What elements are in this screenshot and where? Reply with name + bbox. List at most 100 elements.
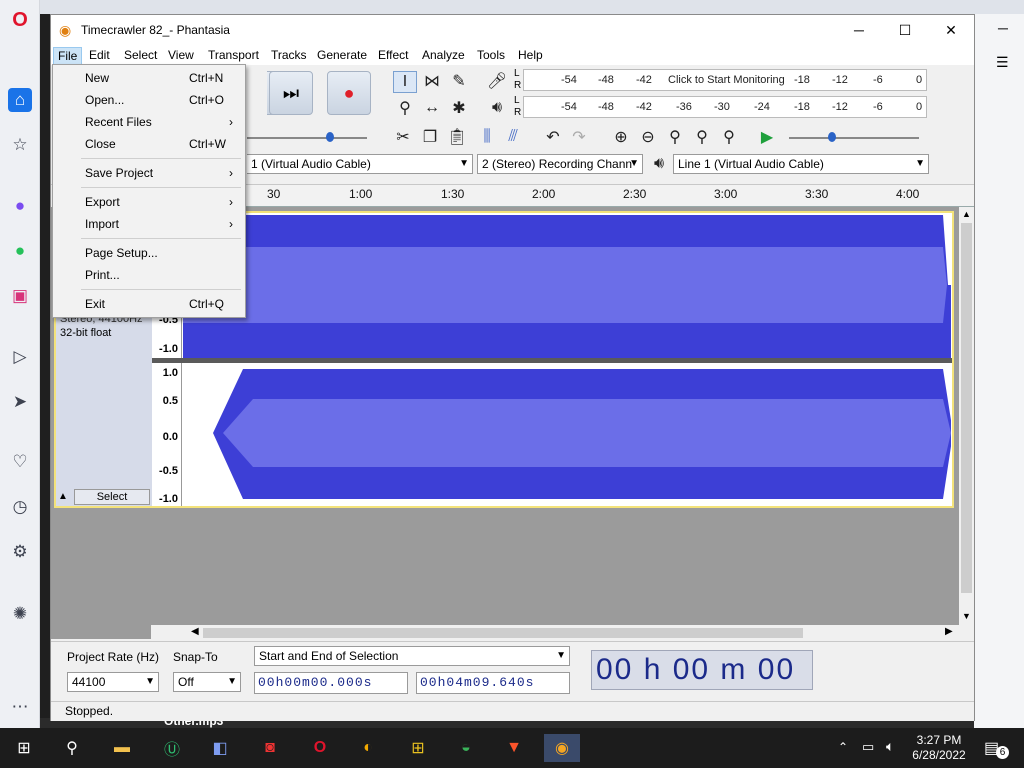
vertical-scrollbar[interactable]: ▲ ▼: [959, 207, 974, 625]
timeshift-tool-icon[interactable]: ↔: [420, 97, 444, 119]
audio-position-display[interactable]: 00 h 00 m 00 s: [591, 650, 813, 724]
minimize-button[interactable]: ─: [836, 15, 882, 45]
waveform-right-channel[interactable]: [183, 363, 951, 506]
scroll-down-icon[interactable]: ▼: [962, 611, 971, 621]
maximize-button[interactable]: ☐: [882, 15, 928, 45]
zoom-tool-icon[interactable]: ⚲: [393, 97, 417, 119]
waveform-left-channel[interactable]: [183, 213, 951, 358]
audacity-taskbar-icon[interactable]: ◉: [544, 734, 580, 762]
zoom-in-icon[interactable]: ⊕: [609, 126, 633, 148]
menu-help[interactable]: Help: [514, 47, 547, 65]
scroll-right-icon[interactable]: ▶: [945, 626, 953, 637]
history-icon[interactable]: ◷: [8, 495, 32, 519]
heart-icon[interactable]: ♡: [8, 450, 32, 474]
record-meter[interactable]: -54 -48 -42 Click to Start Monitoring -1…: [523, 69, 927, 91]
play-speed-slider-track[interactable]: [789, 137, 919, 139]
microphone-icon[interactable]: 🎤︎: [485, 70, 509, 92]
speaker-icon[interactable]: 🔊︎: [485, 97, 509, 119]
file-menu-exit[interactable]: Exit Ctrl+Q: [53, 294, 245, 314]
file-menu-close[interactable]: Close Ctrl+W: [53, 134, 245, 154]
cut-icon[interactable]: ✂: [391, 126, 415, 148]
sheets-app-icon[interactable]: ⊞: [404, 734, 432, 762]
redo-icon[interactable]: ↷: [567, 126, 591, 148]
play-speed-slider-thumb[interactable]: [828, 132, 836, 142]
menu-tools[interactable]: Tools: [473, 47, 509, 65]
messenger-icon[interactable]: ●: [8, 194, 32, 218]
recorder-icon[interactable]: ◙: [256, 734, 284, 762]
send-icon[interactable]: ➤: [8, 390, 32, 414]
menu-select[interactable]: Select: [120, 47, 161, 65]
scroll-left-icon[interactable]: ◀: [191, 626, 199, 637]
file-menu-new[interactable]: New Ctrl+N: [53, 68, 245, 88]
skip-to-end-button[interactable]: ⏭: [269, 71, 313, 115]
multi-tool-icon[interactable]: ✱: [447, 97, 471, 119]
playback-device-select[interactable]: Line 1 (Virtual Audio Cable) ▼: [673, 154, 929, 174]
project-rate-select[interactable]: 44100 ▼: [67, 672, 159, 692]
menu-generate[interactable]: Generate: [313, 47, 371, 65]
file-explorer-icon[interactable]: ▬: [108, 734, 136, 762]
tips-lightbulb-icon[interactable]: ✺: [8, 602, 32, 626]
windows-start-icon[interactable]: ⊞: [10, 734, 38, 762]
whatsapp-icon[interactable]: ●: [8, 239, 32, 263]
record-volume-slider-thumb[interactable]: [326, 132, 334, 142]
menu-file[interactable]: File: [53, 47, 83, 65]
draw-tool-icon[interactable]: ✎: [447, 70, 471, 92]
more-options-icon[interactable]: ⋯: [8, 695, 32, 719]
player-icon[interactable]: ▷: [8, 345, 32, 369]
record-volume-slider-track[interactable]: [247, 137, 367, 139]
app-icon[interactable]: ◧: [206, 734, 234, 762]
record-button[interactable]: ●: [327, 71, 371, 115]
timeline-ruler[interactable]: 30 1:00 1:30 2:00 2:30 3:00 3:30 4:00: [151, 185, 974, 207]
snap-to-select[interactable]: Off ▼: [173, 672, 241, 692]
recording-channels-select[interactable]: 2 (Stereo) Recording Chann ▼: [477, 154, 643, 174]
trim-audio-icon[interactable]: ⫼: [475, 126, 499, 148]
file-menu-open[interactable]: Open... Ctrl+O: [53, 90, 245, 110]
brave-icon[interactable]: ▼: [500, 734, 528, 762]
scroll-up-icon[interactable]: ▲: [962, 209, 971, 219]
opera-logo-icon[interactable]: O: [8, 8, 32, 32]
vertical-scroll-thumb[interactable]: [961, 223, 972, 593]
selection-end-time[interactable]: 00h04m09.640s: [416, 672, 570, 694]
file-menu-save-project[interactable]: Save Project ›: [53, 163, 245, 183]
instagram-icon[interactable]: ▣: [8, 284, 32, 308]
selection-mode-select[interactable]: Start and End of Selection ▼: [254, 646, 570, 666]
click-to-start-monitoring[interactable]: Click to Start Monitoring: [668, 74, 785, 86]
file-menu-export[interactable]: Export ›: [53, 192, 245, 212]
menu-view[interactable]: View: [164, 47, 198, 65]
network-icon[interactable]: ▭: [862, 739, 874, 755]
undo-icon[interactable]: ↶: [541, 126, 565, 148]
system-clock[interactable]: 3:27 PM 6/28/2022: [912, 733, 966, 763]
fit-selection-icon[interactable]: ⚲: [663, 126, 687, 148]
globe-app-icon[interactable]: ◒: [452, 734, 480, 762]
home-icon[interactable]: ⌂: [8, 88, 32, 112]
play-at-speed-icon[interactable]: ▶: [755, 126, 779, 148]
playback-meter[interactable]: -54 -48 -42 -36 -30 -24 -18 -12 -6 0: [523, 96, 927, 118]
vpn-icon[interactable]: ◐: [354, 734, 382, 762]
file-menu-page-setup[interactable]: Page Setup...: [53, 243, 245, 263]
menu-transport[interactable]: Transport: [204, 47, 263, 65]
menu-analyze[interactable]: Analyze: [418, 47, 469, 65]
minimize-browser-icon[interactable]: ─: [998, 20, 1008, 36]
selection-start-time[interactable]: 00h00m00.000s: [254, 672, 408, 694]
menu-edit[interactable]: Edit: [85, 47, 114, 65]
file-menu-print[interactable]: Print...: [53, 265, 245, 285]
settings-gear-icon[interactable]: ⚙: [8, 540, 32, 564]
tray-chevron-icon[interactable]: ⌃: [838, 740, 848, 754]
menu-effect[interactable]: Effect: [374, 47, 412, 65]
star-icon[interactable]: ☆: [8, 133, 32, 157]
volume-icon[interactable]: 🔈︎: [886, 738, 894, 755]
horizontal-scroll-thumb[interactable]: [203, 628, 803, 638]
zoom-toggle-icon[interactable]: ⚲: [717, 126, 741, 148]
file-menu-recent-files[interactable]: Recent Files ›: [53, 112, 245, 132]
silence-audio-icon[interactable]: ⫻: [501, 126, 525, 148]
zoom-out-icon[interactable]: ⊖: [636, 126, 660, 148]
upwork-icon[interactable]: Ⓤ: [158, 734, 186, 762]
menu-tracks[interactable]: Tracks: [267, 47, 311, 65]
fit-project-icon[interactable]: ⚲: [690, 126, 714, 148]
recording-device-select[interactable]: 1 (Virtual Audio Cable) ▼: [247, 154, 473, 174]
horizontal-scrollbar[interactable]: ◀ ▶: [151, 625, 959, 641]
opera-taskbar-icon[interactable]: O: [306, 734, 334, 762]
copy-icon[interactable]: ❐: [418, 126, 442, 148]
search-icon[interactable]: ⚲: [58, 734, 86, 762]
collapse-track-icon[interactable]: ▲: [58, 491, 68, 502]
